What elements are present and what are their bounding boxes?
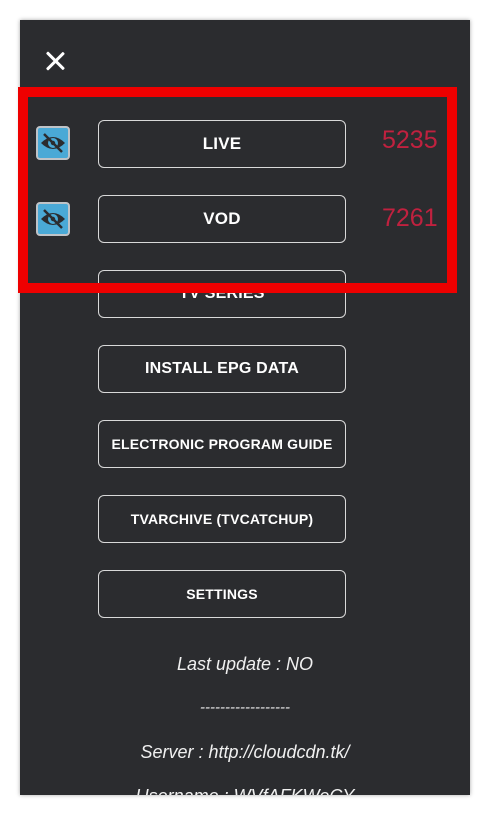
vod-button[interactable]: VOD — [98, 195, 346, 243]
last-update-text: Last update : NO — [176, 654, 314, 674]
live-visibility-toggle[interactable] — [36, 126, 70, 160]
install-epg-label: INSTALL EPG DATA — [144, 360, 299, 377]
settings-button[interactable]: SETTINGS — [98, 570, 346, 618]
divider-text: ------------------ — [200, 699, 290, 716]
tv-series-label: TV SERIES — [179, 285, 265, 302]
settings-label: SETTINGS — [186, 586, 258, 602]
close-icon[interactable] — [42, 48, 68, 74]
tvarchive-label: TVARCHIVE (TVCATCHUP) — [130, 511, 314, 527]
eye-off-icon — [41, 133, 65, 153]
live-label: LIVE — [202, 134, 242, 153]
vod-label: VOD — [203, 209, 241, 228]
vod-visibility-toggle[interactable] — [36, 202, 70, 236]
install-epg-button[interactable]: INSTALL EPG DATA — [98, 345, 346, 393]
server-text: Server : http://cloudcdn.tk/ — [140, 742, 350, 762]
username-text: Username : WVfAFKWeCY — [20, 786, 470, 795]
side-menu-panel: LIVE 5235 VOD 7261 TV SERIES INSTALL EPG… — [20, 20, 470, 795]
vod-count: 7261 — [382, 204, 438, 232]
epg-guide-button[interactable]: ELECTRONIC PROGRAM GUIDE — [98, 420, 346, 468]
epg-guide-label: ELECTRONIC PROGRAM GUIDE — [111, 436, 333, 452]
eye-off-icon — [41, 209, 65, 229]
live-button[interactable]: LIVE — [98, 120, 346, 168]
live-count: 5235 — [382, 126, 438, 154]
tv-series-button[interactable]: TV SERIES — [98, 270, 346, 318]
tvarchive-button[interactable]: TVARCHIVE (TVCATCHUP) — [98, 495, 346, 543]
